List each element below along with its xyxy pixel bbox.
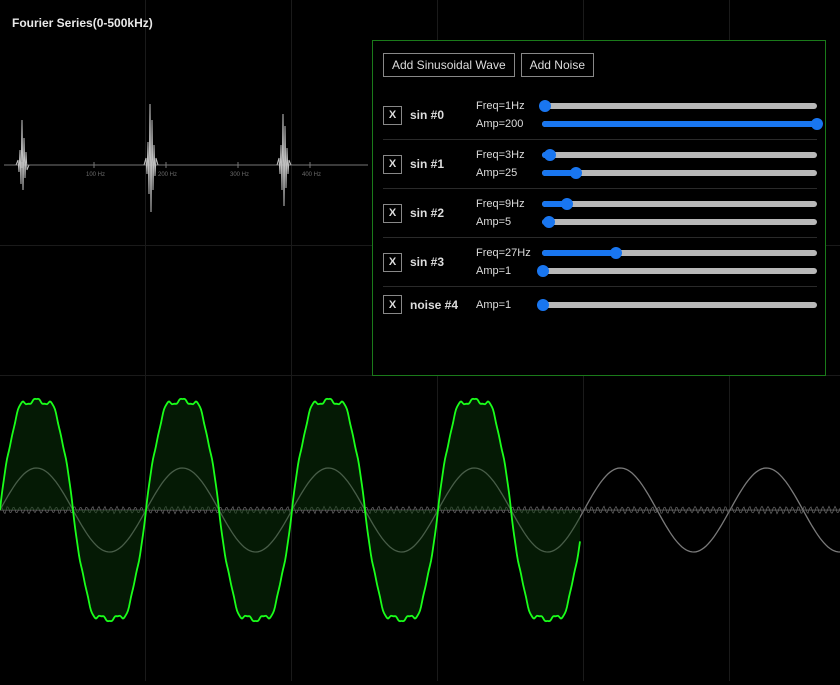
amp-label: Amp=5 (476, 216, 542, 228)
amp-slider[interactable] (542, 264, 817, 278)
amp-slider[interactable] (542, 166, 817, 180)
wave-row: Xsin #1 Freq=3Hz Amp=25 (383, 140, 817, 189)
control-panel: Add Sinusoidal Wave Add Noise Xsin #0 Fre… (372, 40, 826, 376)
freq-slider[interactable] (542, 197, 817, 211)
spectrum-tick: 300 Hz (230, 172, 249, 178)
amp-label: Amp=25 (476, 167, 542, 179)
amp-slider[interactable] (542, 298, 817, 312)
freq-slider[interactable] (542, 148, 817, 162)
spectrum-svg (4, 90, 368, 220)
row-name: sin #2 (410, 206, 468, 220)
row-name: sin #1 (410, 157, 468, 171)
wave-row: Xsin #2 Freq=9Hz Amp=5 (383, 189, 817, 238)
add-sinusoidal-button[interactable]: Add Sinusoidal Wave (383, 53, 515, 77)
row-name: noise #4 (410, 298, 468, 312)
freq-label: Freq=9Hz (476, 198, 542, 210)
waveform-svg (0, 360, 840, 680)
waveform-plot (0, 360, 840, 680)
amp-label: Amp=200 (476, 118, 542, 130)
spectrum-tick: 100 Hz (86, 172, 105, 178)
wave-row: Xnoise #4 Amp=1 (383, 287, 817, 322)
amp-label: Amp=1 (476, 265, 542, 277)
amp-slider[interactable] (542, 117, 817, 131)
wave-row: Xsin #3 Freq=27Hz Amp=1 (383, 238, 817, 287)
freq-label: Freq=27Hz (476, 247, 542, 259)
freq-slider[interactable] (542, 246, 817, 260)
add-noise-button[interactable]: Add Noise (521, 53, 594, 77)
spectrum-tick: 400 Hz (302, 172, 321, 178)
spectrum-tick: 200 Hz (158, 172, 177, 178)
spectrum-plot: 100 Hz 200 Hz 300 Hz 400 Hz (4, 90, 368, 220)
delete-button[interactable]: X (383, 253, 402, 272)
freq-label: Freq=3Hz (476, 149, 542, 161)
amp-label: Amp=1 (476, 299, 542, 311)
row-name: sin #3 (410, 255, 468, 269)
delete-button[interactable]: X (383, 155, 402, 174)
delete-button[interactable]: X (383, 295, 402, 314)
row-name: sin #0 (410, 108, 468, 122)
delete-button[interactable]: X (383, 106, 402, 125)
wave-row: Xsin #0 Freq=1Hz Amp=200 (383, 91, 817, 140)
page-title: Fourier Series(0-500kHz) (12, 16, 153, 30)
amp-slider[interactable] (542, 215, 817, 229)
delete-button[interactable]: X (383, 204, 402, 223)
freq-slider[interactable] (542, 99, 817, 113)
freq-label: Freq=1Hz (476, 100, 542, 112)
